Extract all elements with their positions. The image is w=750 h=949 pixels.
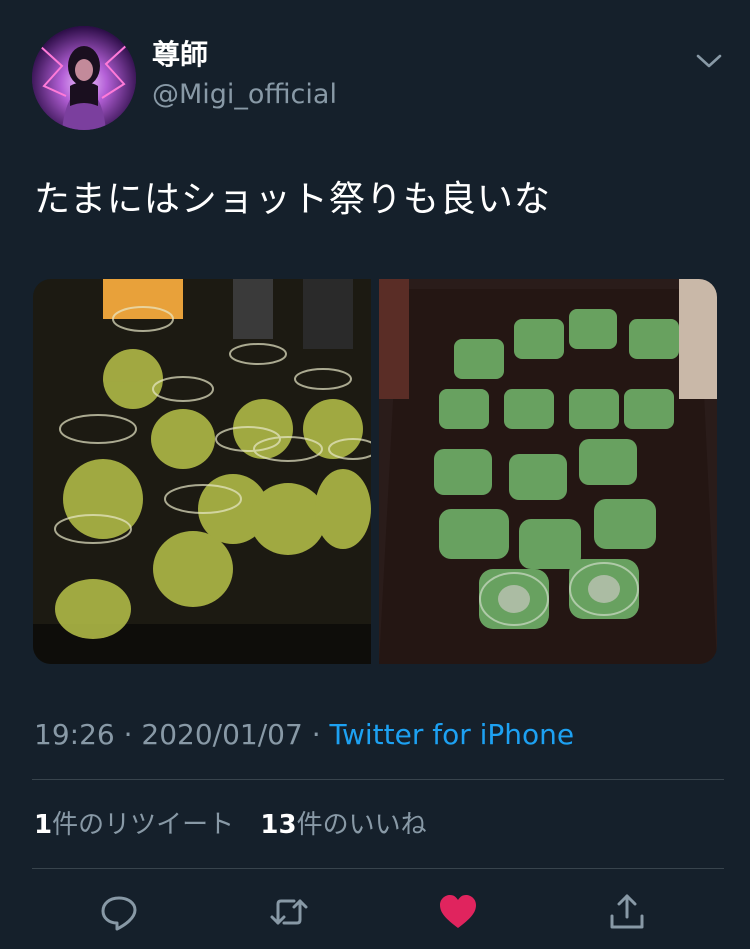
tweet-date: 2020/01/07 bbox=[141, 718, 303, 751]
avatar[interactable] bbox=[32, 26, 136, 130]
chevron-down-icon[interactable] bbox=[692, 48, 726, 74]
retweets-count: 1 bbox=[34, 810, 53, 840]
photo-shot-glasses-2-image bbox=[379, 279, 717, 664]
likes-label: 件のいいね bbox=[296, 810, 427, 840]
action-bar bbox=[0, 890, 750, 936]
meta-separator: · bbox=[302, 718, 330, 751]
likes-stat[interactable]: 13件のいいね bbox=[260, 810, 426, 840]
reply-icon[interactable] bbox=[97, 890, 141, 934]
tweet-detail: 尊師 @Migi_official たまにはショット祭りも良いな 19:26 ·… bbox=[0, 0, 750, 949]
tweet-stats: 1件のリツイート 13件のいいね bbox=[34, 806, 445, 844]
photo-1[interactable] bbox=[33, 279, 371, 664]
tweet-meta: 19:26 · 2020/01/07 · Twitter for iPhone bbox=[34, 716, 574, 754]
photo-2[interactable] bbox=[379, 279, 717, 664]
media-grid bbox=[33, 279, 717, 664]
user-handle[interactable]: @Migi_official bbox=[152, 78, 337, 112]
meta-separator: · bbox=[114, 718, 142, 751]
display-name[interactable]: 尊師 bbox=[152, 38, 208, 72]
tweet-source-link[interactable]: Twitter for iPhone bbox=[330, 718, 575, 751]
heart-icon[interactable] bbox=[436, 890, 480, 934]
divider bbox=[32, 868, 724, 869]
retweet-icon[interactable] bbox=[267, 890, 311, 934]
tweet-time: 19:26 bbox=[34, 718, 115, 751]
likes-count: 13 bbox=[260, 810, 297, 840]
photo-shot-glasses-1-image bbox=[33, 279, 371, 664]
tweet-text: たまにはショット祭りも良いな bbox=[34, 179, 551, 220]
retweets-label: 件のリツイート bbox=[52, 810, 235, 840]
retweets-stat[interactable]: 1件のリツイート bbox=[34, 810, 234, 840]
divider bbox=[32, 779, 724, 780]
avatar-image bbox=[32, 26, 136, 130]
share-icon[interactable] bbox=[605, 890, 649, 934]
